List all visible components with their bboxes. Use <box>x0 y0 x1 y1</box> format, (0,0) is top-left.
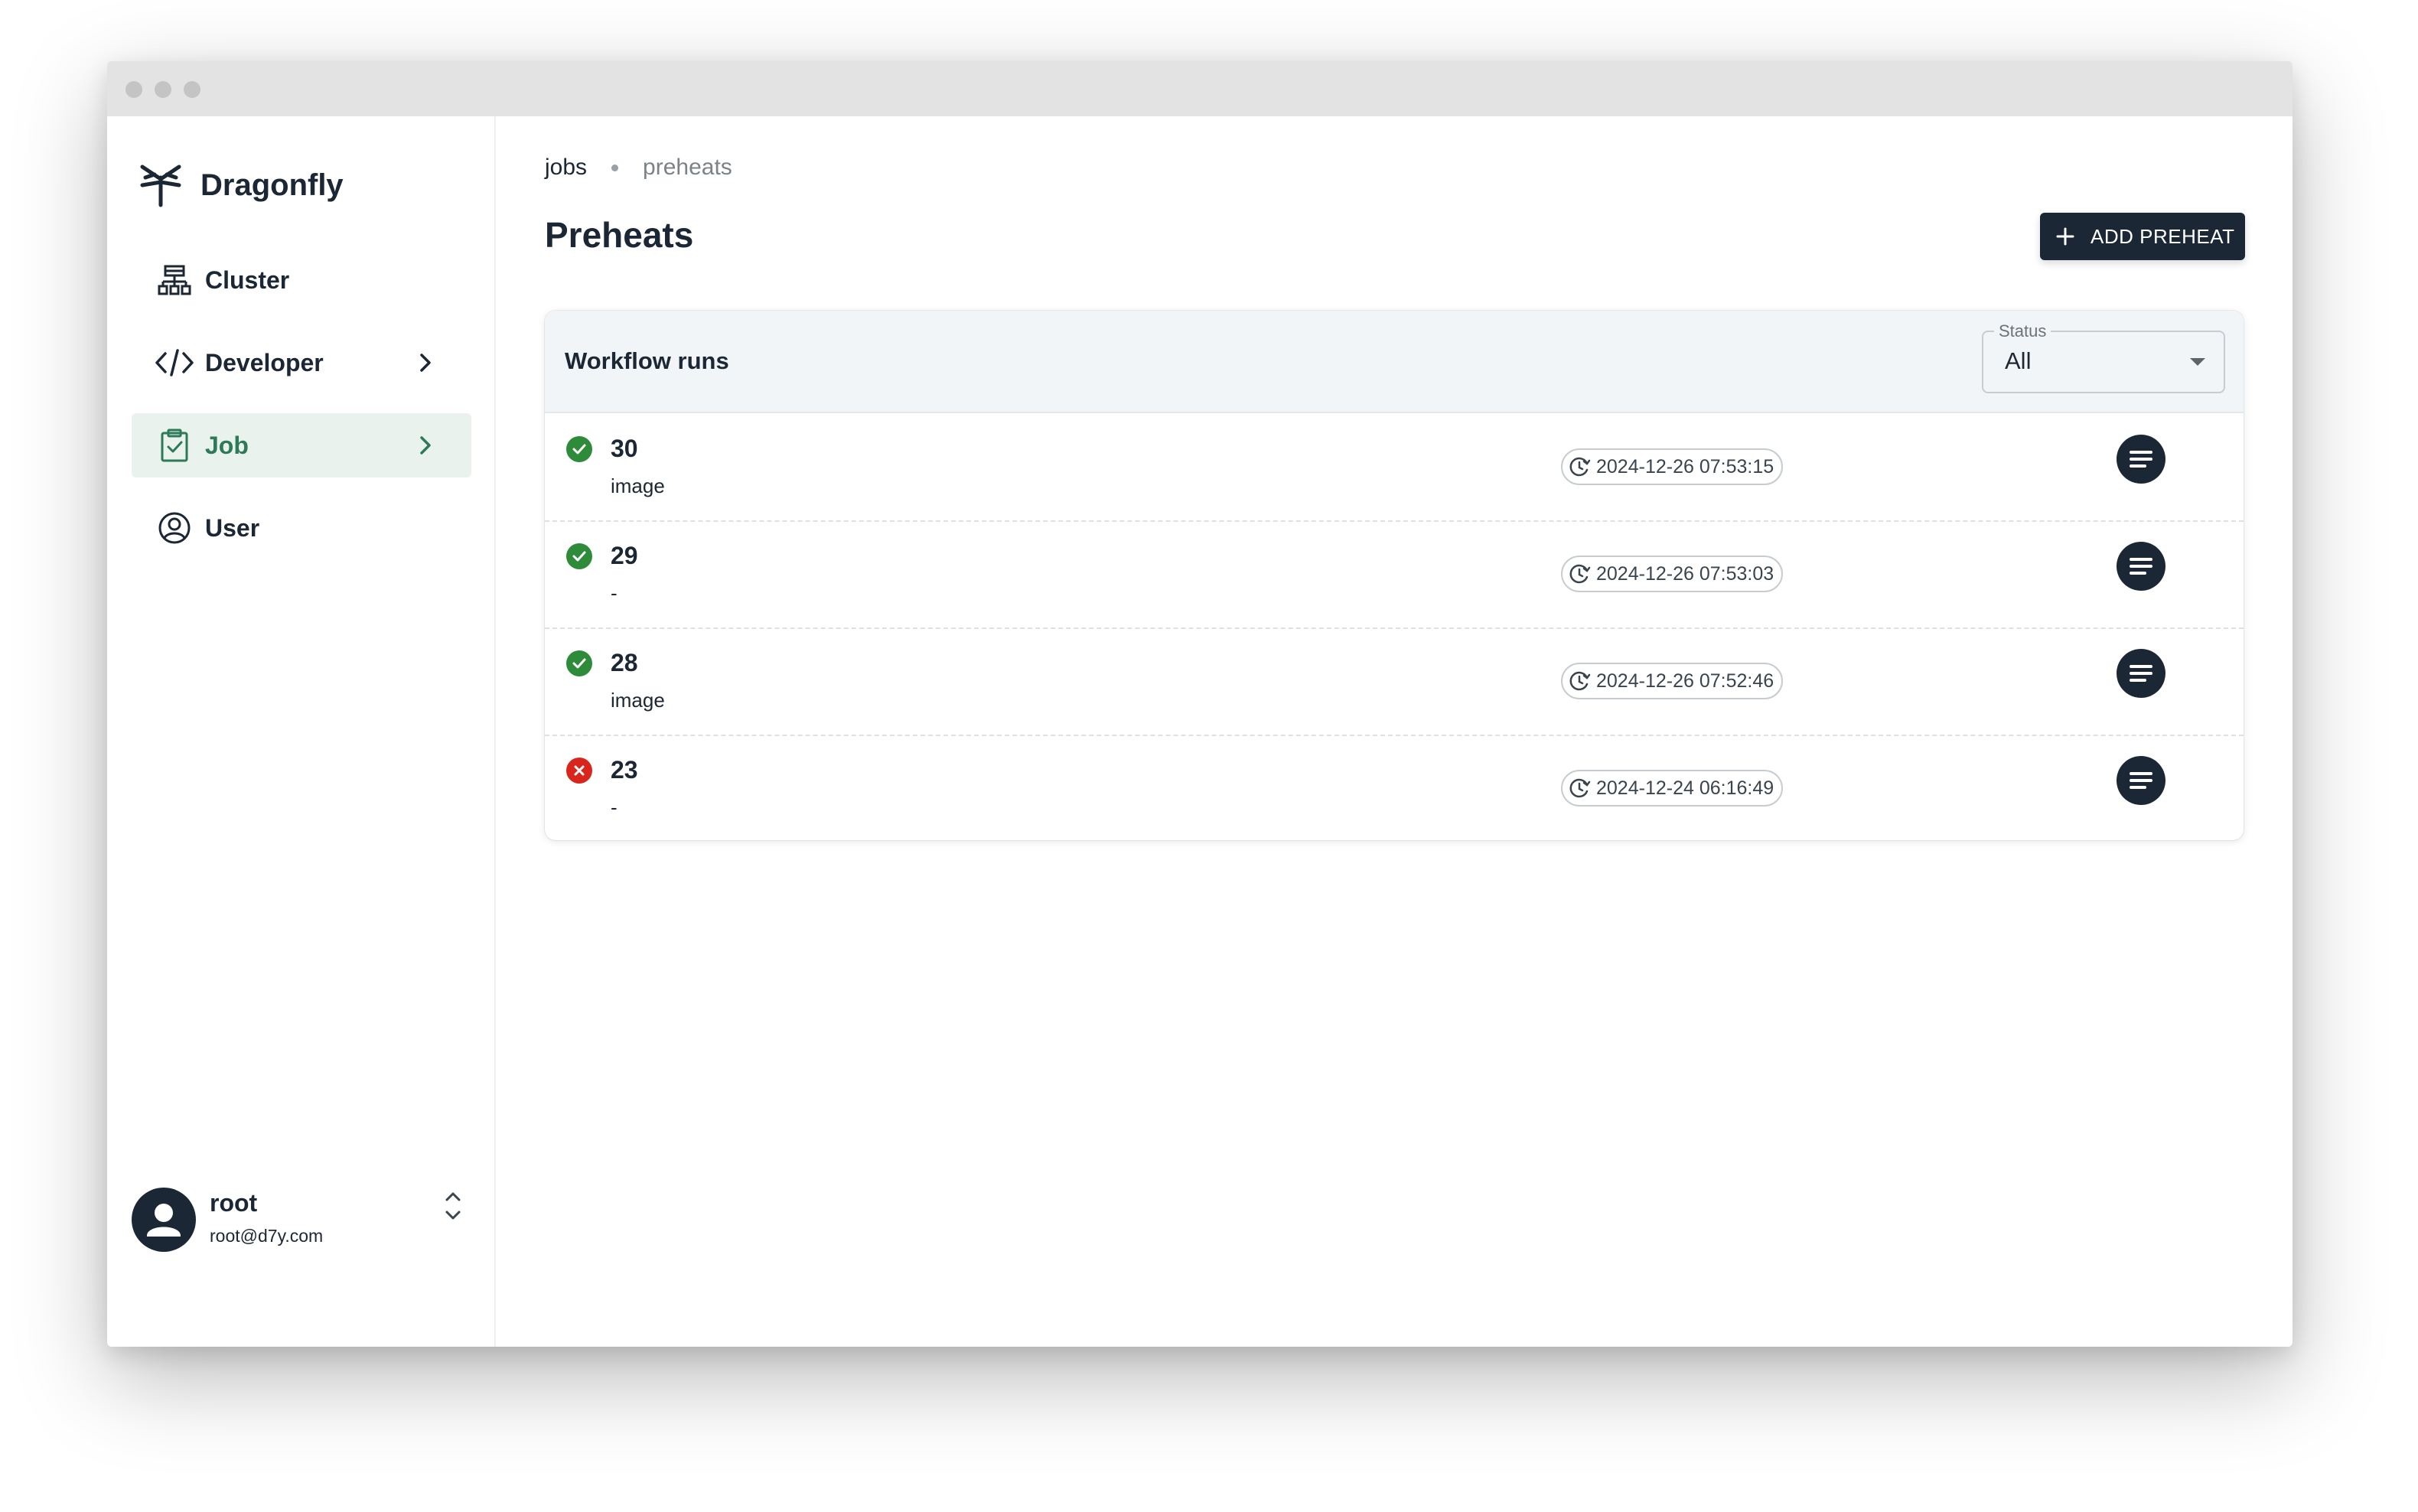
table-row: 23 - 2024-12-24 06:16:49 <box>545 735 2244 840</box>
clock-history-icon <box>1569 457 1591 477</box>
brand-name: Dragonfly <box>200 168 344 202</box>
table-row: 30 image 2024-12-26 07:53:15 <box>545 413 2244 522</box>
status-filter-value: All <box>2005 347 2032 374</box>
run-time: 2024-12-26 07:53:15 <box>1596 455 1774 477</box>
code-icon <box>155 349 194 376</box>
table-row: 29 - 2024-12-26 07:53:03 <box>545 520 2244 629</box>
workflow-runs-title: Workflow runs <box>565 347 729 374</box>
sidebar-item-label: Developer <box>205 348 324 376</box>
caret-down-icon <box>2190 358 2205 366</box>
status-filter-label: Status <box>1994 321 2051 341</box>
cluster-icon <box>158 265 191 295</box>
user-name: root <box>210 1189 258 1217</box>
clock-history-icon <box>1569 671 1591 691</box>
breadcrumb: jobs preheats <box>545 155 732 181</box>
run-time: 2024-12-24 06:16:49 <box>1596 777 1774 799</box>
window-minimize-dot[interactable] <box>155 81 171 98</box>
breadcrumb-current: preheats <box>643 155 732 180</box>
success-check-icon <box>566 543 592 569</box>
sidebar-item-label: User <box>205 513 260 542</box>
sidebar-item-developer[interactable]: Developer <box>132 331 471 395</box>
menu-lines-icon <box>2130 772 2152 789</box>
clock-history-icon <box>1569 778 1591 798</box>
sidebar-item-label: Cluster <box>205 266 290 294</box>
run-details-button[interactable] <box>2117 435 2165 484</box>
app-window: Dragonfly Cluster Developer Job User roo… <box>107 61 2293 1347</box>
sidebar-item-user[interactable]: User <box>132 496 471 560</box>
unfold-icon[interactable] <box>438 1188 468 1224</box>
clipboard-check-icon <box>161 429 188 462</box>
run-type: - <box>611 796 618 819</box>
user-circle-icon <box>158 512 191 544</box>
run-time-chip: 2024-12-26 07:53:15 <box>1561 448 1784 485</box>
table-row: 28 image 2024-12-26 07:52:46 <box>545 627 2244 736</box>
run-id[interactable]: 30 <box>611 435 638 463</box>
menu-lines-icon <box>2130 665 2152 682</box>
success-check-icon <box>566 650 592 676</box>
breadcrumb-separator <box>611 164 619 171</box>
run-time: 2024-12-26 07:52:46 <box>1596 670 1774 692</box>
menu-lines-icon <box>2130 451 2152 468</box>
main-content: jobs preheats Preheats ADD PREHEAT Workf… <box>496 116 2293 1347</box>
run-type: - <box>611 582 618 604</box>
sidebar-item-label: Job <box>205 431 249 459</box>
failure-x-icon <box>566 758 592 784</box>
brand[interactable]: Dragonfly <box>138 161 344 210</box>
run-id[interactable]: 28 <box>611 649 638 677</box>
chevron-right-icon <box>420 436 431 455</box>
run-details-button[interactable] <box>2117 649 2165 698</box>
run-time-chip: 2024-12-26 07:52:46 <box>1561 663 1784 699</box>
user-email: root@d7y.com <box>210 1226 324 1246</box>
window-maximize-dot[interactable] <box>184 81 200 98</box>
user-profile[interactable]: root root@d7y.com <box>132 1188 471 1264</box>
run-details-button[interactable] <box>2117 756 2165 805</box>
run-time-chip: 2024-12-26 07:53:03 <box>1561 556 1784 592</box>
page-title: Preheats <box>545 215 694 255</box>
chevron-right-icon <box>420 354 431 372</box>
window-titlebar <box>107 61 2293 116</box>
menu-lines-icon <box>2130 558 2152 575</box>
run-time-chip: 2024-12-24 06:16:49 <box>1561 770 1784 807</box>
workflow-runs-card: Workflow runs Status All 30 image 2024-1… <box>545 311 2244 840</box>
run-id[interactable]: 29 <box>611 542 638 570</box>
run-details-button[interactable] <box>2117 542 2165 591</box>
run-type: image <box>611 474 665 497</box>
plus-icon <box>2056 227 2074 246</box>
sidebar-item-cluster[interactable]: Cluster <box>132 248 471 312</box>
breadcrumb-jobs-link[interactable]: jobs <box>545 155 587 181</box>
person-icon <box>147 1204 181 1237</box>
workflow-runs-header: Workflow runs Status All <box>545 311 2244 413</box>
sidebar: Dragonfly Cluster Developer Job User roo… <box>107 116 496 1347</box>
status-filter-select[interactable]: Status All <box>1982 321 2225 393</box>
avatar <box>132 1188 196 1252</box>
run-time: 2024-12-26 07:53:03 <box>1596 562 1774 585</box>
run-type: image <box>611 689 665 712</box>
dragonfly-logo-icon <box>140 165 181 207</box>
add-preheat-button[interactable]: ADD PREHEAT <box>2040 213 2245 260</box>
sidebar-item-job[interactable]: Job <box>132 413 471 477</box>
window-close-dot[interactable] <box>125 81 142 98</box>
run-id[interactable]: 23 <box>611 756 638 784</box>
clock-history-icon <box>1569 564 1591 584</box>
add-preheat-label: ADD PREHEAT <box>2090 224 2235 248</box>
success-check-icon <box>566 436 592 462</box>
